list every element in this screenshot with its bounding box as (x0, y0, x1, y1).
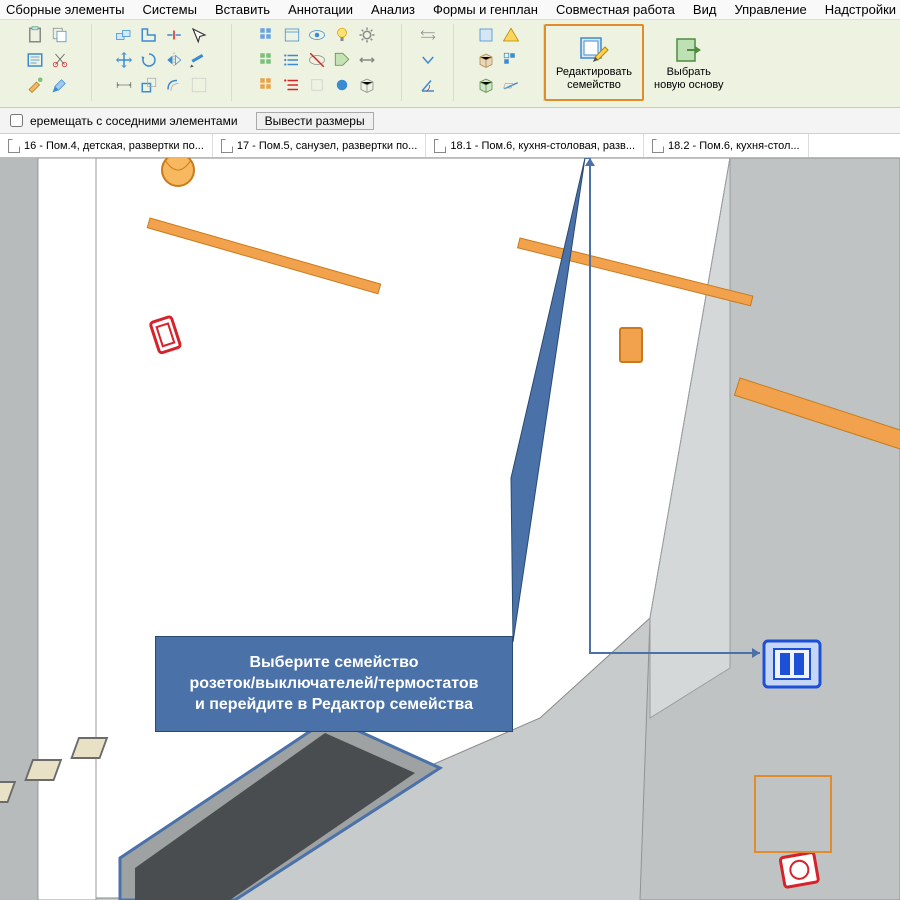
paint-icon[interactable] (49, 74, 71, 96)
blank-icon-1[interactable] (188, 74, 210, 96)
blank-icon-2[interactable] (306, 74, 328, 96)
move-with-neighbors-input[interactable] (10, 114, 23, 127)
move-with-neighbors-label: еремещать с соседними элементами (30, 114, 238, 128)
red-list-icon[interactable] (281, 74, 303, 96)
view-tab-1-label: 16 - Пом.4, детская, развертки по... (24, 140, 204, 152)
ribbon-group-edit-family: Редактировать семейство (544, 24, 644, 101)
options-bar: еремещать с соседними элементами Вывести… (0, 108, 900, 134)
menu-annotations[interactable]: Аннотации (288, 2, 353, 17)
rotate-icon[interactable] (138, 49, 160, 71)
move-icon[interactable] (113, 49, 135, 71)
view-tab-4[interactable]: 18.2 - Пом.6, кухня-стол... (644, 134, 809, 157)
doc-icon (652, 139, 664, 153)
output-dimensions-button[interactable]: Вывести размеры (256, 112, 374, 130)
ribbon-group-create (454, 24, 544, 101)
chevron-down-icon[interactable] (417, 49, 439, 71)
doc-icon (8, 139, 20, 153)
window-icon[interactable] (281, 24, 303, 46)
light-bulb-icon[interactable] (331, 24, 353, 46)
wall-join-icon[interactable] (138, 24, 160, 46)
pen-icon[interactable] (188, 49, 210, 71)
menu-massing-site[interactable]: Формы и генплан (433, 2, 538, 17)
cut-icon[interactable] (49, 49, 71, 71)
doc-icon (434, 139, 446, 153)
callout-line-1: Выберите семейство (170, 653, 498, 674)
callout-line-3: и перейдите в Редактор семейства (170, 695, 498, 716)
join-icon[interactable] (113, 24, 135, 46)
main-menu-bar: Сборные элементы Системы Вставить Аннота… (0, 0, 900, 20)
grid-green-icon[interactable] (256, 49, 278, 71)
cube-icon[interactable] (475, 49, 497, 71)
warning-icon[interactable] (500, 24, 522, 46)
callout-line-2: розеток/выключателей/термостатов (170, 674, 498, 695)
instruction-callout: Выберите семейство розеток/выключателей/… (155, 636, 513, 732)
edit-family-label-2: семейство (567, 79, 621, 91)
scale-icon[interactable] (138, 74, 160, 96)
menu-systems[interactable]: Системы (142, 2, 196, 17)
view-tab-3-label: 18.1 - Пом.6, кухня-столовая, разв... (450, 140, 635, 152)
edit-family-button[interactable]: Редактировать семейство (550, 26, 638, 99)
edit-family-label-1: Редактировать (556, 66, 632, 78)
ribbon: Редактировать семейство Выбрать новую ос… (0, 20, 900, 108)
angle-icon[interactable] (417, 74, 439, 96)
menu-insert[interactable]: Вставить (215, 2, 270, 17)
arrows-lr-icon[interactable] (356, 49, 378, 71)
copy-icon[interactable] (49, 24, 71, 46)
model-viewport[interactable]: Выберите семейство розеток/выключателей/… (0, 158, 900, 900)
pick-host-icon (673, 34, 705, 66)
view-tab-3[interactable]: 18.1 - Пом.6, кухня-столовая, разв... (426, 134, 644, 157)
blue-dot-icon[interactable] (331, 74, 353, 96)
cube2-icon[interactable] (475, 74, 497, 96)
pick-host-label-1: Выбрать (667, 66, 711, 78)
view-tab-2[interactable]: 17 - Пом.5, санузел, развертки по... (213, 134, 426, 157)
menu-analysis[interactable]: Анализ (371, 2, 415, 17)
ribbon-group-view (232, 24, 402, 101)
hide-red-icon[interactable] (306, 49, 328, 71)
tag-icon[interactable] (331, 49, 353, 71)
edit-family-icon (578, 34, 610, 66)
match-properties-icon[interactable] (24, 74, 46, 96)
grid-pick-icon[interactable] (500, 49, 522, 71)
list-icon[interactable] (281, 49, 303, 71)
pick-new-host-button[interactable]: Выбрать новую основу (648, 24, 730, 101)
select-arrow-icon[interactable] (188, 24, 210, 46)
menu-addins[interactable]: Надстройки (825, 2, 896, 17)
component-icon[interactable] (475, 24, 497, 46)
view-tab-4-label: 18.2 - Пом.6, кухня-стол... (668, 140, 800, 152)
menu-manage[interactable]: Управление (734, 2, 806, 17)
ribbon-group-pick-host: Выбрать новую основу (644, 24, 734, 101)
paste-icon[interactable] (24, 24, 46, 46)
pick-host-label-2: новую основу (654, 79, 724, 91)
split-icon[interactable] (163, 24, 185, 46)
ribbon-group-geometry (92, 24, 232, 101)
menu-view[interactable]: Вид (693, 2, 717, 17)
gear-icon[interactable] (356, 24, 378, 46)
view-tab-1[interactable]: 16 - Пом.4, детская, развертки по... (0, 134, 213, 157)
ribbon-group-clipboard (4, 24, 92, 101)
ribbon-group-tools (402, 24, 454, 101)
doc-icon (221, 139, 233, 153)
move-with-neighbors-checkbox[interactable]: еремещать с соседними элементами (6, 111, 238, 130)
dimension-icon[interactable] (113, 74, 135, 96)
menu-assemblies[interactable]: Сборные элементы (6, 2, 124, 17)
box-icon[interactable] (356, 74, 378, 96)
arrows-lr2-icon[interactable] (417, 24, 439, 46)
offset-icon[interactable] (163, 74, 185, 96)
grid-blue-icon[interactable] (256, 24, 278, 46)
menu-collaborate[interactable]: Совместная работа (556, 2, 675, 17)
visibility-icon[interactable] (306, 24, 328, 46)
plane-icon[interactable] (500, 74, 522, 96)
type-properties-icon[interactable] (24, 49, 46, 71)
view-tab-2-label: 17 - Пом.5, санузел, развертки по... (237, 140, 417, 152)
view-tabs: 16 - Пом.4, детская, развертки по... 17 … (0, 134, 900, 158)
mirror-icon[interactable] (163, 49, 185, 71)
selected-switch-highlight (754, 775, 832, 853)
grid-orange-icon[interactable] (256, 74, 278, 96)
